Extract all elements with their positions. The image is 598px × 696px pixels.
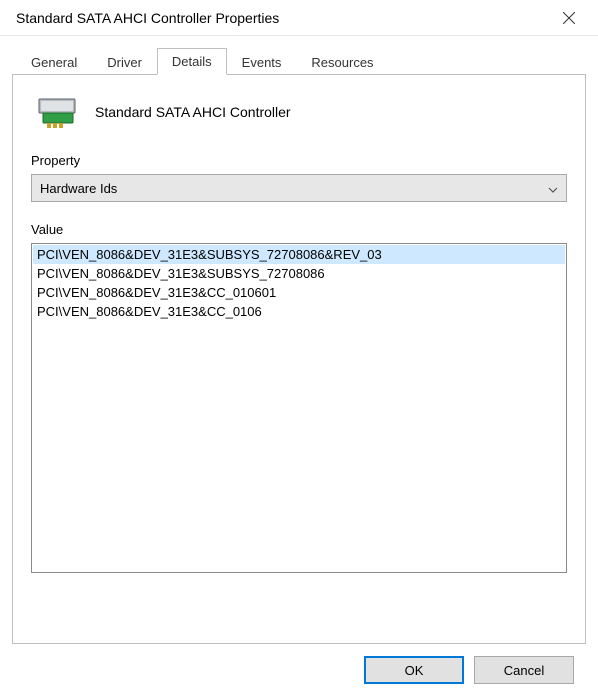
device-icon bbox=[37, 97, 77, 127]
value-listbox[interactable]: PCI\VEN_8086&DEV_31E3&SUBSYS_72708086&RE… bbox=[31, 243, 567, 573]
ok-button[interactable]: OK bbox=[364, 656, 464, 684]
list-item[interactable]: PCI\VEN_8086&DEV_31E3&SUBSYS_72708086&RE… bbox=[33, 245, 565, 264]
window-title: Standard SATA AHCI Controller Properties bbox=[16, 10, 279, 26]
value-label: Value bbox=[31, 222, 567, 237]
titlebar: Standard SATA AHCI Controller Properties bbox=[0, 0, 598, 36]
dialog-buttons: OK Cancel bbox=[12, 644, 586, 684]
content-area: General Driver Details Events Resources … bbox=[0, 36, 598, 696]
device-name: Standard SATA AHCI Controller bbox=[95, 104, 291, 120]
cancel-button[interactable]: Cancel bbox=[474, 656, 574, 684]
tab-strip: General Driver Details Events Resources bbox=[16, 46, 586, 74]
tab-details[interactable]: Details bbox=[157, 48, 227, 75]
property-label: Property bbox=[31, 153, 567, 168]
property-selected-value: Hardware Ids bbox=[40, 181, 117, 196]
close-icon bbox=[563, 12, 575, 24]
tab-panel-details: Standard SATA AHCI Controller Property H… bbox=[12, 74, 586, 644]
list-item[interactable]: PCI\VEN_8086&DEV_31E3&CC_0106 bbox=[33, 302, 565, 321]
list-item[interactable]: PCI\VEN_8086&DEV_31E3&SUBSYS_72708086 bbox=[33, 264, 565, 283]
tab-events[interactable]: Events bbox=[227, 49, 297, 75]
chevron-down-icon bbox=[548, 181, 558, 196]
close-button[interactable] bbox=[554, 3, 584, 33]
tab-driver[interactable]: Driver bbox=[92, 49, 157, 75]
tab-general[interactable]: General bbox=[16, 49, 92, 75]
device-header: Standard SATA AHCI Controller bbox=[37, 97, 567, 127]
tab-resources[interactable]: Resources bbox=[296, 49, 388, 75]
list-item[interactable]: PCI\VEN_8086&DEV_31E3&CC_010601 bbox=[33, 283, 565, 302]
property-dropdown[interactable]: Hardware Ids bbox=[31, 174, 567, 202]
